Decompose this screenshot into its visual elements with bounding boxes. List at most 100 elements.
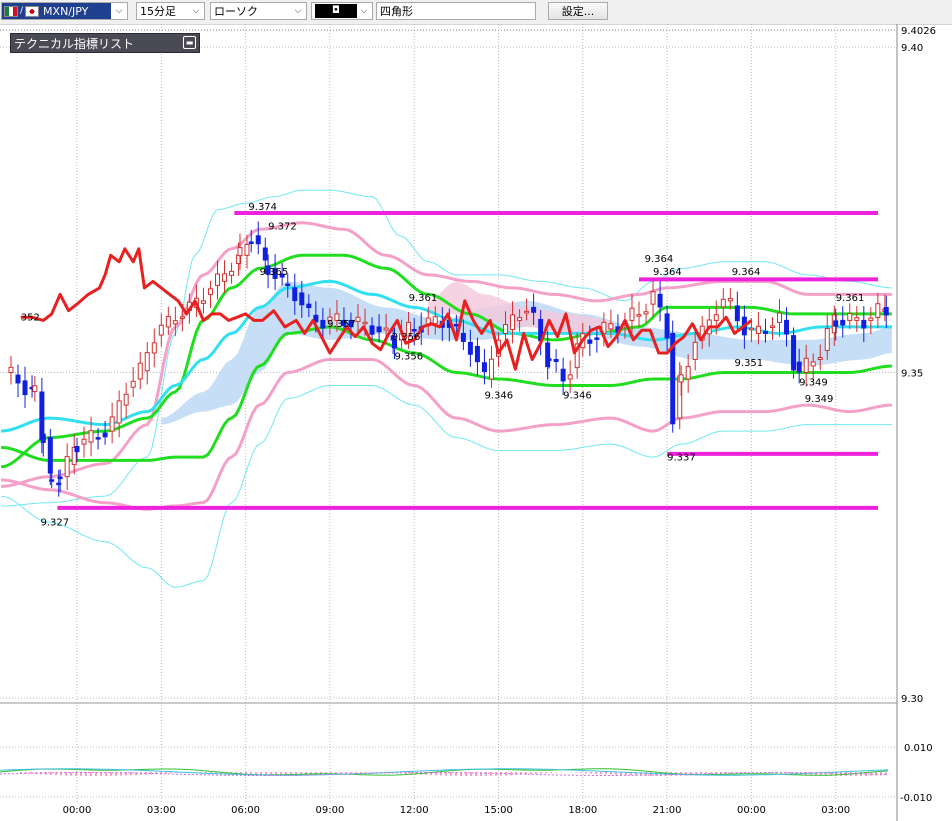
- histogram-bar: [585, 772, 587, 774]
- candle-body: [636, 314, 642, 317]
- price-annotation: 9.327: [40, 517, 69, 528]
- histogram-bar: [50, 772, 52, 775]
- settings-button[interactable]: 設定...: [548, 2, 608, 20]
- price-annotation: 9.364: [653, 267, 682, 278]
- candle-body: [824, 328, 830, 351]
- candle-body: [883, 307, 889, 316]
- candle-body: [810, 361, 816, 367]
- candle-body: [517, 317, 523, 321]
- price-annotation: 9.361: [836, 293, 865, 304]
- histogram-bar: [730, 772, 732, 774]
- time-tick-label: 18:00: [568, 805, 597, 816]
- price-chart[interactable]: 352 9.374 9.372 9.365 9.357 9.361 9.356 9.356 9.…: [0, 24, 952, 821]
- chevron-down-icon[interactable]: ⌵: [290, 3, 306, 19]
- currency-pair-label: MXN/JPY: [43, 4, 89, 18]
- histogram-bar: [450, 772, 452, 776]
- histogram-bar: [470, 772, 472, 776]
- histogram-bar: [90, 772, 92, 776]
- candle-body: [248, 241, 254, 244]
- japan-flag-icon: [25, 5, 40, 17]
- candle-body: [467, 341, 473, 355]
- price-annotation: 9.357: [327, 319, 356, 330]
- candle-body: [215, 273, 220, 286]
- candle-body: [587, 339, 593, 344]
- timeframe-select[interactable]: 15分足 ⌵: [136, 2, 205, 20]
- chevron-down-icon[interactable]: ⌵: [356, 3, 372, 19]
- sub-tick-label: 0.010: [904, 743, 933, 754]
- candle-body: [172, 320, 178, 325]
- chevron-down-icon[interactable]: ⌵: [188, 3, 204, 19]
- chart-type-select[interactable]: ローソク ⌵: [210, 2, 307, 20]
- candle-body: [355, 316, 361, 322]
- candle-body: [285, 283, 291, 286]
- candle-body: [15, 374, 21, 384]
- color-swatch: ◘: [315, 4, 357, 18]
- candle-body: [207, 288, 213, 295]
- price-axis: 9.4026 9.40 9.35 9.30: [901, 26, 936, 705]
- histogram-bar: [150, 772, 152, 775]
- candle-body: [411, 329, 417, 332]
- price-annotation: 9.356: [395, 351, 424, 362]
- price-annotation: 9.346: [563, 391, 592, 402]
- time-tick-label: 03:00: [821, 805, 850, 816]
- chevron-down-icon[interactable]: ⌵: [111, 3, 127, 19]
- histogram-bar: [600, 772, 602, 775]
- time-tick-label: 09:00: [315, 805, 344, 816]
- candle-body: [151, 342, 157, 354]
- chart-type-label: ローソク: [214, 5, 258, 18]
- time-tick-label: 00:00: [737, 805, 766, 816]
- candle-body: [748, 327, 754, 331]
- minimize-icon[interactable]: ▬: [183, 36, 196, 49]
- histogram-bar: [545, 772, 547, 774]
- histogram-bar: [30, 772, 32, 774]
- histogram-bar: [365, 772, 367, 773]
- price-tick-label: 9.40: [901, 43, 923, 54]
- candle-body: [488, 358, 494, 380]
- candle-body: [144, 352, 150, 372]
- candle-body: [803, 357, 809, 374]
- histogram-bar: [840, 772, 842, 776]
- candle-body: [237, 247, 243, 257]
- histogram-bar: [615, 772, 617, 775]
- candle-body: [678, 374, 684, 383]
- histogram-bar: [550, 772, 552, 774]
- candle-body: [657, 293, 663, 308]
- candle-body: [727, 298, 733, 302]
- candle-body: [22, 380, 28, 396]
- price-annotation: 9.356: [392, 332, 421, 343]
- price-annotation: 9.365: [260, 267, 289, 278]
- candle-body: [222, 273, 228, 282]
- panel-title: テクニカル指標リスト: [14, 36, 135, 51]
- histogram-bar: [490, 772, 492, 776]
- time-tick-label: 12:00: [400, 805, 429, 816]
- candle-body: [553, 358, 559, 362]
- time-tick-label: 06:00: [231, 805, 260, 816]
- time-tick-label: 03:00: [147, 805, 176, 816]
- candle-body: [200, 300, 206, 304]
- candle-body: [460, 332, 466, 342]
- histogram-bar: [130, 772, 132, 776]
- candle-body: [383, 327, 389, 331]
- candle-body: [369, 325, 375, 335]
- candle-body: [861, 319, 867, 329]
- currency-pair-select[interactable]: / MXN/JPY ⌵: [1, 2, 128, 20]
- candle-body: [629, 307, 635, 321]
- price-annotation: 352: [21, 312, 40, 323]
- histogram-bar: [770, 772, 772, 774]
- candle-body: [179, 316, 185, 319]
- candle-body: [306, 303, 312, 309]
- candle-body: [847, 312, 853, 321]
- histogram-bar: [535, 772, 537, 774]
- candle-body: [791, 335, 797, 371]
- drawing-color-select[interactable]: ◘ ⌵: [311, 2, 373, 20]
- candle-body: [432, 316, 438, 325]
- bollinger-bands: [0, 189, 892, 588]
- candle-body: [255, 235, 261, 245]
- technical-indicator-list-panel[interactable]: テクニカル指標リスト ▬: [10, 33, 200, 53]
- drawing-shape-field[interactable]: 四角形: [376, 2, 536, 20]
- sub-tick-label: -0.010: [900, 793, 932, 804]
- candle-body: [40, 433, 46, 443]
- price-annotation: 9.372: [268, 221, 297, 232]
- candle-body: [840, 319, 846, 326]
- candle-body: [137, 362, 143, 380]
